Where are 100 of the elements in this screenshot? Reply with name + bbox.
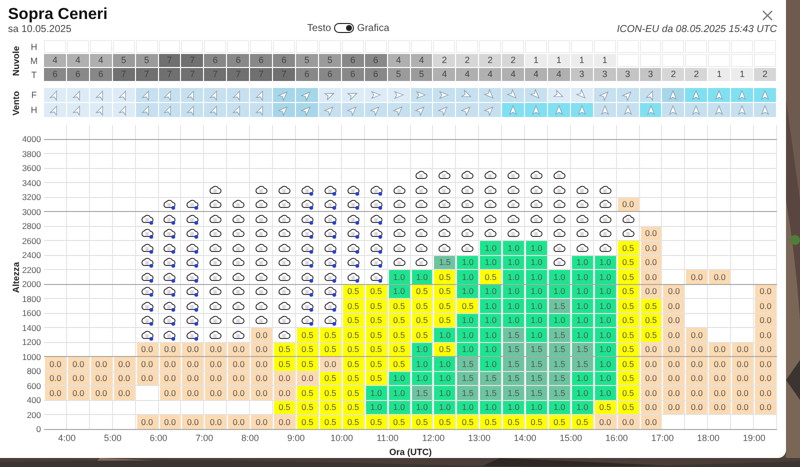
value-cell: 0.5: [366, 357, 387, 370]
view-toggle[interactable]: [334, 23, 354, 33]
cloud-icon: [254, 242, 268, 254]
value-cell: 1.0: [548, 270, 570, 284]
rain-cloud-icon: [185, 227, 200, 240]
value-cell: 0.5: [618, 372, 639, 385]
cloud-icon: [574, 184, 589, 196]
value-cell: 0.0: [182, 386, 204, 400]
value-cell: 0.5: [618, 400, 639, 414]
row-group-label: Vento: [11, 90, 21, 116]
value-cell: 1.5: [526, 342, 547, 356]
axis-tick-label: 800: [26, 366, 41, 376]
value-cell: 1.0: [366, 400, 387, 414]
cloud-cover-cell: 2: [479, 54, 502, 67]
rain-cloud-icon: [300, 212, 314, 225]
value-cell: 0.5: [296, 386, 318, 400]
value-cell: 0.0: [182, 372, 204, 385]
value-cell: 1.0: [388, 386, 410, 400]
rain-cloud-icon: [368, 198, 383, 210]
wind-arrow-icon: [714, 105, 724, 115]
value-cell: 0.0: [182, 342, 204, 356]
rain-cloud-icon: [322, 184, 337, 196]
cloud-icon: [231, 314, 246, 326]
wind-arrow-icon: [668, 90, 678, 100]
value-cell: 0.0: [709, 372, 730, 385]
value-cell: 0.0: [160, 372, 180, 385]
value-cell: 0.5: [434, 342, 456, 356]
cloud-icon: [254, 198, 268, 210]
value-cell: 0.0: [45, 357, 66, 370]
wind-arrow-icon: [714, 90, 724, 100]
value-cell: 1.5: [548, 386, 570, 400]
value-cell: 0.5: [388, 328, 410, 342]
value-cell: 1.5: [480, 386, 502, 400]
axis-tick-label: 200: [26, 410, 41, 420]
cloud-cover-cell: 2: [456, 54, 478, 67]
cloud-cover-cell: 6: [296, 68, 318, 81]
cloud-icon: [437, 184, 452, 196]
cloud-icon: [392, 227, 406, 240]
value-cell: 1.0: [594, 372, 616, 385]
row-label: M: [29, 55, 39, 68]
value-cell: 0.0: [136, 342, 158, 356]
value-cell: 0.0: [136, 357, 158, 370]
axis-tick-label: 7:00: [196, 432, 214, 442]
value-cell: 0.0: [755, 342, 776, 356]
value-cell: 0.5: [342, 284, 364, 298]
cloud-icon: [528, 227, 543, 240]
rain-cloud-icon: [185, 212, 200, 225]
axis-tick-label: 4000: [22, 134, 41, 144]
rain-cloud-icon: [185, 300, 200, 312]
axis-label: Altezza: [11, 262, 21, 293]
value-cell: 0.5: [342, 400, 364, 414]
value-cell: 1.0: [388, 372, 410, 385]
cloud-icon: [552, 169, 566, 182]
axis-tick-label: 15:00: [560, 432, 582, 442]
cloud-icon: [460, 169, 474, 182]
value-cell: 1.0: [572, 386, 593, 400]
value-cell: 0.5: [434, 314, 456, 327]
cloud-icon: [254, 227, 268, 240]
axis-tick-label: 14:00: [514, 432, 536, 442]
value-cell: 0.0: [45, 386, 66, 400]
value-cell: 0.0: [640, 342, 662, 356]
axis-tick-label: 6:00: [150, 432, 168, 442]
value-cell: 1.0: [526, 328, 547, 342]
value-cell: 0.0: [709, 270, 730, 284]
value-cell: 0.5: [342, 299, 364, 312]
value-cell: 0.5: [366, 372, 387, 385]
cloud-cover-cell: 5: [136, 54, 158, 67]
value-cell: 1.0: [594, 328, 616, 342]
value-cell: 1.5: [503, 357, 524, 370]
cloud-icon: [277, 270, 292, 283]
value-cell: 0.0: [755, 386, 776, 400]
cloud-icon: [392, 242, 406, 254]
value-cell: 1.0: [457, 284, 478, 298]
rain-cloud-icon: [346, 242, 360, 254]
value-cell: 0.0: [618, 415, 639, 428]
cloud-icon: [437, 227, 452, 240]
axis-tick-label: 1800: [22, 294, 41, 304]
value-cell: 1.5: [548, 357, 570, 370]
cloud-cover-cell: 4: [548, 68, 570, 81]
rain-cloud-icon: [185, 242, 200, 254]
value-cell: 1.0: [434, 328, 456, 342]
rain-cloud-icon: [300, 285, 314, 298]
value-cell: 1.0: [457, 270, 478, 284]
cloud-icon: [254, 184, 268, 196]
rain-cloud-icon: [140, 285, 154, 298]
rain-cloud-icon: [140, 328, 154, 341]
value-cell: 0.0: [755, 284, 776, 298]
rain-cloud-icon: [346, 198, 360, 210]
value-cell: 0.5: [618, 386, 639, 400]
rain-cloud-icon: [140, 300, 154, 312]
rain-cloud-icon: [368, 212, 383, 225]
cloud-icon: [208, 242, 222, 254]
value-cell: 0.0: [686, 342, 708, 356]
value-cell: 0.0: [663, 299, 684, 312]
axis-tick-label: 4:00: [58, 432, 76, 442]
cloud-cover-cell: 4: [90, 54, 112, 67]
value-cell: 0.0: [182, 357, 204, 370]
close-icon[interactable]: [762, 10, 773, 21]
cloud-cover-cell: 6: [364, 68, 387, 81]
cloud-icon: [231, 198, 246, 210]
